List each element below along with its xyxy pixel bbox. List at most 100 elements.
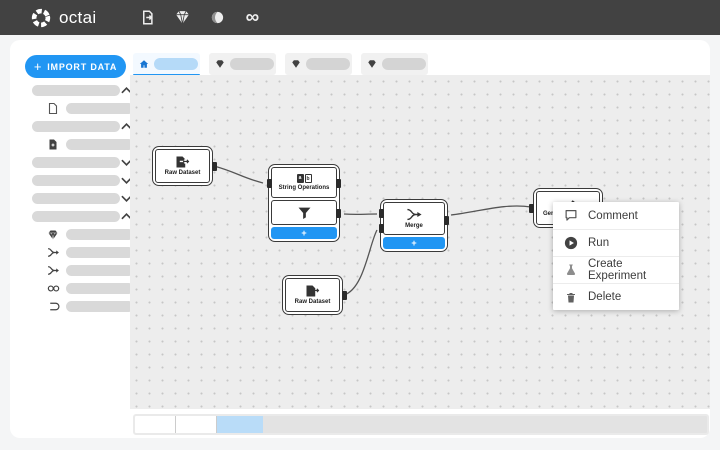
- sidebar-item[interactable]: [20, 265, 134, 276]
- input-port-1[interactable]: [379, 209, 384, 218]
- gem-icon: [46, 228, 60, 242]
- tab-home[interactable]: [133, 53, 200, 75]
- sidebar-item[interactable]: [20, 301, 134, 312]
- logo-text: octai: [59, 8, 96, 28]
- flow-canvas[interactable]: Raw Dataset a b String Operations: [130, 75, 710, 409]
- loop-icon: [46, 300, 60, 314]
- menu-item-label: Create Experiment: [588, 258, 679, 282]
- input-port[interactable]: [529, 204, 534, 213]
- node-string-operations[interactable]: a b String Operations +: [268, 164, 340, 242]
- gem-icon[interactable]: [173, 9, 191, 27]
- topbar-icons: ∞: [138, 9, 261, 27]
- label-skeleton: [66, 283, 134, 294]
- tab-label-skeleton: [154, 58, 198, 70]
- menu-item-label: Delete: [588, 291, 621, 303]
- label-skeleton: [32, 85, 120, 96]
- ab-icon-b: b: [305, 174, 312, 183]
- logo[interactable]: octai: [30, 7, 96, 29]
- tab-flow-3[interactable]: [285, 53, 352, 75]
- dataset-export-icon: [175, 156, 190, 168]
- main-panel: + IMPORT DATA: [10, 40, 710, 438]
- import-data-button[interactable]: + IMPORT DATA: [25, 55, 126, 78]
- node-raw-dataset-1[interactable]: Raw Dataset: [152, 146, 213, 186]
- sidebar-section[interactable]: [20, 175, 134, 186]
- label-skeleton: [66, 229, 134, 240]
- filter-icon: [298, 207, 311, 219]
- sidebar-item[interactable]: [20, 247, 134, 258]
- add-step-button[interactable]: +: [383, 237, 445, 249]
- sidebar-section[interactable]: [20, 157, 134, 168]
- merge-icon: [46, 246, 60, 260]
- tab-label-skeleton: [382, 58, 426, 70]
- file-share-icon[interactable]: [138, 9, 156, 27]
- ab-icon: a b: [297, 174, 312, 183]
- output-port[interactable]: [444, 216, 449, 225]
- tab-label-skeleton: [306, 58, 350, 70]
- infinity-icon[interactable]: ∞: [243, 9, 261, 27]
- ab-icon-a: a: [297, 174, 304, 183]
- label-skeleton: [32, 175, 120, 186]
- node-label: Raw Dataset: [165, 170, 201, 176]
- comment-icon: [564, 209, 578, 223]
- aperture-logo-icon: [30, 7, 52, 29]
- menu-item-comment[interactable]: Comment: [553, 202, 679, 229]
- menu-item-run[interactable]: Run: [553, 229, 679, 256]
- label-skeleton: [66, 301, 134, 312]
- sidebar-item[interactable]: [20, 283, 134, 294]
- gem-icon: [367, 59, 377, 69]
- label-skeleton: [32, 121, 120, 132]
- sidebar-item[interactable]: [20, 229, 134, 240]
- experiment-icon: [564, 263, 578, 277]
- sidebar-item[interactable]: [20, 103, 134, 114]
- output-port[interactable]: [336, 179, 341, 188]
- run-icon: [564, 236, 578, 250]
- input-port[interactable]: [267, 179, 272, 188]
- topbar: octai ∞: [0, 0, 720, 35]
- node-label: Raw Dataset: [295, 299, 331, 305]
- sidebar-section[interactable]: [20, 211, 134, 222]
- document-add-icon: [46, 138, 60, 152]
- tab-label-skeleton: [230, 58, 274, 70]
- node-label: Merge: [405, 223, 423, 229]
- plus-icon: +: [34, 59, 42, 74]
- label-skeleton: [32, 193, 120, 204]
- node-merge[interactable]: Merge +: [380, 199, 448, 252]
- sidebar-item[interactable]: [20, 139, 134, 150]
- menu-item-create-experiment[interactable]: Create Experiment: [553, 256, 679, 283]
- gem-icon: [215, 59, 225, 69]
- tab-bar: [133, 53, 428, 75]
- tab-flow-4[interactable]: [361, 53, 428, 75]
- sidebar-section[interactable]: [20, 85, 134, 96]
- canvas-pager[interactable]: [133, 414, 709, 435]
- sphere-icon[interactable]: [208, 9, 226, 27]
- merge-icon: [406, 208, 423, 221]
- pager-cell[interactable]: [176, 416, 217, 433]
- dataset-export-icon: [305, 285, 320, 297]
- add-step-button[interactable]: +: [271, 227, 337, 239]
- menu-item-delete[interactable]: Delete: [553, 283, 679, 310]
- label-skeleton: [66, 247, 134, 258]
- output-port[interactable]: [212, 162, 217, 171]
- sidebar: [20, 85, 134, 319]
- label-skeleton: [32, 157, 120, 168]
- home-icon: [139, 59, 149, 69]
- label-skeleton: [66, 103, 134, 114]
- link-icon: [46, 282, 60, 296]
- label-skeleton: [66, 265, 134, 276]
- sidebar-section[interactable]: [20, 193, 134, 204]
- output-port[interactable]: [336, 209, 341, 218]
- tab-flow-2[interactable]: [209, 53, 276, 75]
- node-label: String Operations: [279, 185, 330, 191]
- node-raw-dataset-2[interactable]: Raw Dataset: [282, 275, 343, 315]
- menu-item-label: Comment: [588, 210, 638, 222]
- output-port[interactable]: [342, 291, 347, 300]
- pager-cell[interactable]: [135, 416, 176, 433]
- input-port-2[interactable]: [379, 224, 384, 233]
- context-menu: Comment Run Create Experiment: [553, 202, 679, 310]
- import-data-label: IMPORT DATA: [47, 62, 117, 72]
- sidebar-section[interactable]: [20, 121, 134, 132]
- delete-icon: [564, 290, 578, 304]
- label-skeleton: [32, 211, 120, 222]
- pager-cell-active[interactable]: [217, 416, 263, 433]
- document-icon: [46, 102, 60, 116]
